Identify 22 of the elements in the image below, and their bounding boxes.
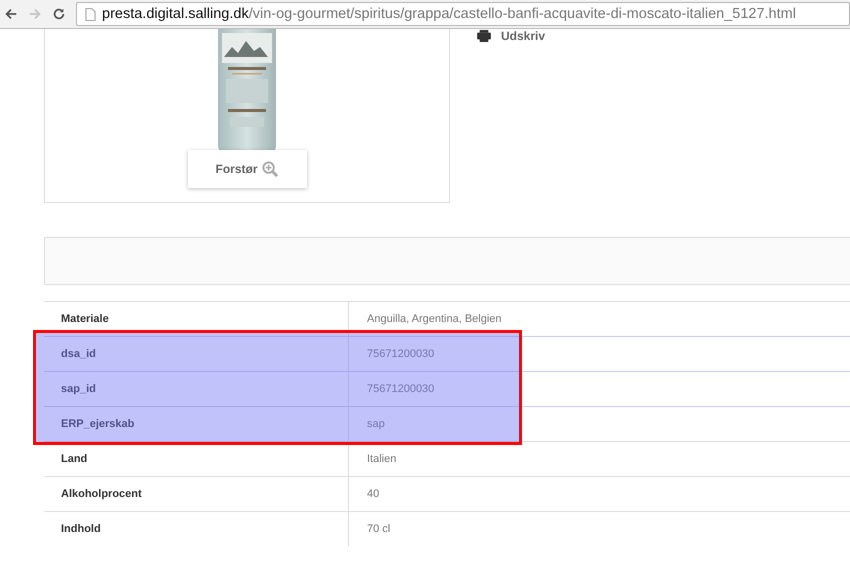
attribute-value: Italien	[366, 453, 396, 465]
address-bar[interactable]: presta.digital.salling.dk/vin-og-gourmet/spiritus/grappa/castello-banfi-acquavite-di-moscato-italien_5127.html	[76, 2, 850, 26]
attribute-name: dsa_id	[44, 337, 349, 371]
attribute-name: Indhold	[44, 512, 349, 546]
attribute-value: 75671200030	[366, 348, 434, 360]
attribute-value: 75671200030	[366, 383, 434, 395]
attribute-name: Land	[44, 442, 349, 476]
zoom-in-icon	[262, 160, 278, 178]
page-icon	[85, 8, 96, 20]
back-icon[interactable]	[4, 7, 18, 21]
reload-icon[interactable]	[52, 7, 66, 21]
zoom-button[interactable]: Forstør	[188, 150, 306, 188]
attribute-name: sap_id	[44, 372, 349, 406]
attribute-name: ERP_ejerskab	[44, 407, 349, 441]
printer-icon[interactable]	[476, 30, 492, 42]
attribute-name: Alkoholprocent	[44, 477, 349, 511]
print-link[interactable]: Udskriv	[501, 29, 546, 43]
attribute-name: Materiale	[44, 302, 349, 336]
attribute-value: sap	[366, 418, 385, 430]
attribute-value: 70 cl	[366, 523, 390, 535]
attribute-value: Anguilla, Argentina, Belgien	[366, 313, 502, 325]
attribute-value: 40	[366, 488, 380, 500]
